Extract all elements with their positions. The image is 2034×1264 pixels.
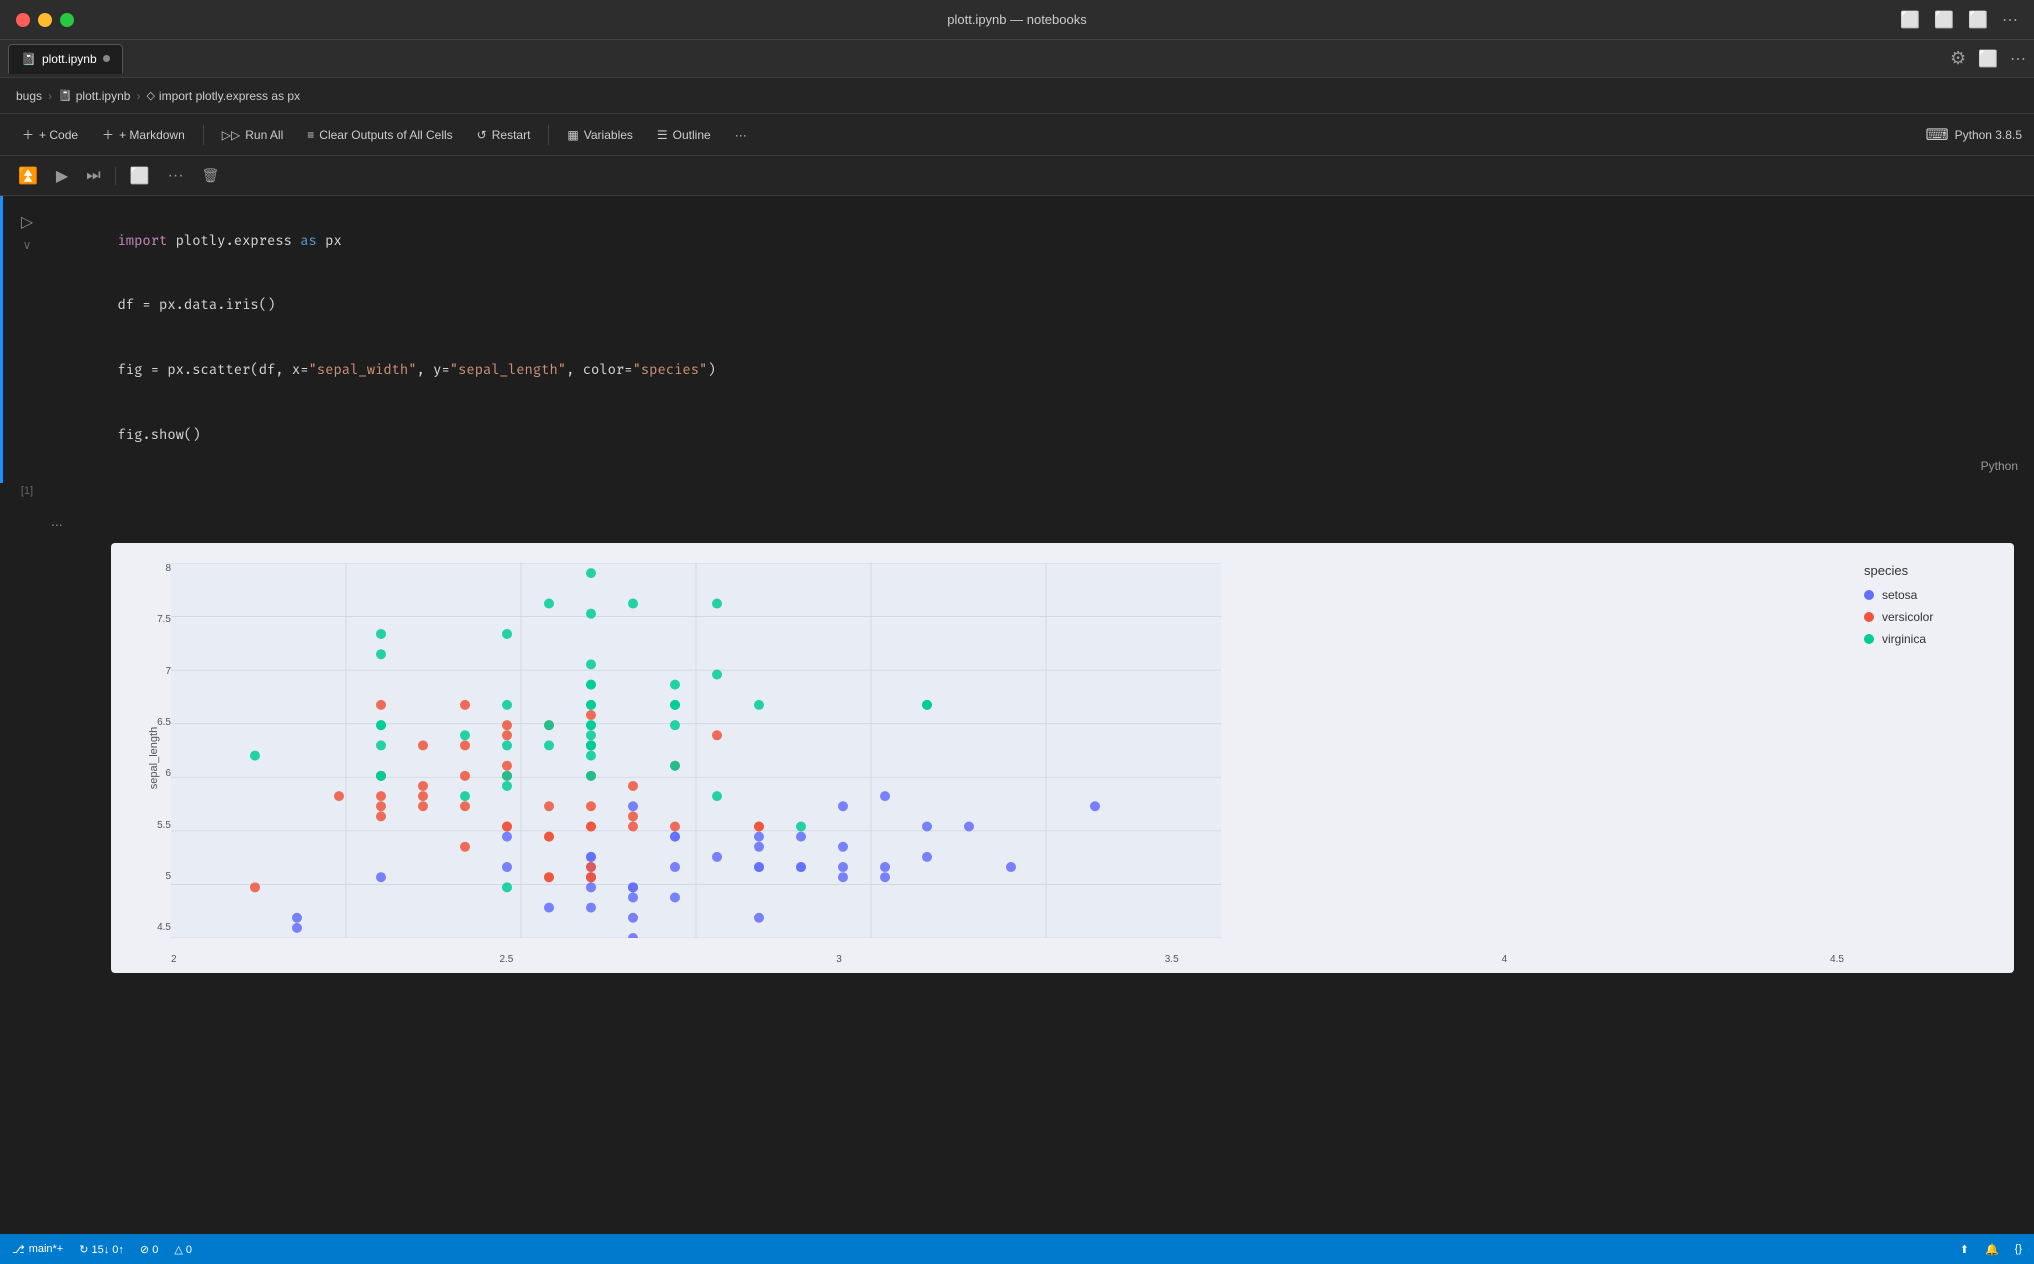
window-controls[interactable] <box>16 13 74 27</box>
overflow-icon[interactable]: ⋯ <box>2010 49 2026 69</box>
plot-main: sepal_length 8 7.5 7 6.5 6 5.5 5 4.5 <box>111 543 1854 973</box>
branch-status[interactable]: ⎇ main*+ <box>12 1243 63 1256</box>
cell-toolbar: ⏫ ▶ ⏭ ⬜ ··· 🗑 <box>0 156 2034 196</box>
settings-icon[interactable]: ⚙ <box>1950 48 1966 69</box>
errors-status[interactable]: ⊘ 0 <box>140 1243 158 1256</box>
run-all-icon: ▷▷ <box>222 128 240 142</box>
breadcrumb-bugs[interactable]: bugs <box>16 89 42 103</box>
cell-gutter: ▷ ∨ <box>3 196 51 483</box>
legend-title: species <box>1864 563 2004 578</box>
statusbar-right: ⬆ 🔔 {} <box>1960 1243 2022 1256</box>
close-button[interactable] <box>16 13 30 27</box>
tile-vertical-icon[interactable]: ⬜ <box>1900 10 1920 30</box>
variables-button[interactable]: ▦ Variables <box>557 123 642 147</box>
outline-button[interactable]: ☰ Outline <box>647 123 721 147</box>
branch-label: main*+ <box>29 1243 64 1255</box>
tile-horizontal-icon[interactable]: ⬜ <box>1934 10 1954 30</box>
toolbar-separator <box>203 125 204 145</box>
cell-run-gutter-button[interactable]: ▷ <box>19 210 35 234</box>
legend-dot-virginica <box>1864 634 1874 644</box>
restart-button[interactable]: ↺ Restart <box>467 123 541 147</box>
more-toolbar-button[interactable]: ··· <box>725 123 757 147</box>
cell-code-content[interactable]: import plotly.express as px df = px.data… <box>51 196 1965 483</box>
statusbar: ⎇ main*+ ↻ 15↓ 0↑ ⊘ 0 △ 0 ⬆ 🔔 {} <box>0 1234 2034 1264</box>
output-gutter <box>3 499 51 993</box>
output-dots: ... <box>51 509 2034 533</box>
clear-outputs-button[interactable]: ≡ Clear Outputs of All Cells <box>297 123 462 147</box>
maximize-button[interactable] <box>60 13 74 27</box>
plus-icon: ＋ <box>22 126 34 143</box>
breadcrumb-import[interactable]: ◇ import plotly.express as px <box>146 89 300 103</box>
sync-status[interactable]: ↻ 15↓ 0↑ <box>79 1243 124 1256</box>
plus-icon: ＋ <box>102 126 114 143</box>
tab-plott-ipynb[interactable]: 📓 plott.ipynb <box>8 44 123 74</box>
plot-legend: species setosa versicolor virginica <box>1854 543 2014 973</box>
legend-label-virginica: virginica <box>1882 632 1926 646</box>
delete-cell-button[interactable]: 🗑 <box>196 163 226 188</box>
variables-icon: ▦ <box>567 128 578 142</box>
legend-dot-setosa <box>1864 590 1874 600</box>
legend-dot-versicolor <box>1864 612 1874 622</box>
restart-icon: ↺ <box>477 128 487 142</box>
window-layout-buttons[interactable]: ⬜ ⬜ ⬜ ⋯ <box>1900 10 2018 30</box>
add-markdown-button[interactable]: ＋ + Markdown <box>92 121 195 148</box>
notebook-icon-small: 📓 <box>58 89 72 102</box>
x-tick-labels: 2 2.5 3 3.5 4 4.5 <box>171 954 1844 965</box>
code-editor[interactable]: import plotly.express as px df = px.data… <box>51 206 1965 473</box>
tab-label: plott.ipynb <box>42 52 97 66</box>
split-cell-button[interactable]: ⬜ <box>124 162 156 190</box>
cell-number-label: [1] <box>3 485 51 497</box>
output-cell: ... sepal_length 8 7.5 7 6.5 6 5.5 5 <box>0 499 2034 993</box>
outline-icon: ☰ <box>657 128 668 142</box>
legend-item-virginica: virginica <box>1864 632 2004 646</box>
cell-language-label: Python <box>1965 449 2034 483</box>
source-control-icon[interactable]: ⬆ <box>1960 1243 1969 1256</box>
cell-toolbar-sep <box>115 167 116 185</box>
more-icon[interactable]: ⋯ <box>2002 10 2018 30</box>
warnings-status[interactable]: △ 0 <box>174 1243 192 1256</box>
notebook-icon: 📓 <box>21 52 36 66</box>
legend-label-setosa: setosa <box>1882 588 1917 602</box>
titlebar: plott.ipynb — notebooks ⬜ ⬜ ⬜ ⋯ <box>0 0 2034 40</box>
clear-icon: ≡ <box>307 128 314 142</box>
cell-collapse-btn[interactable]: ∨ <box>23 238 32 252</box>
run-cell-button[interactable]: ▶ <box>50 162 74 190</box>
minimize-button[interactable] <box>38 13 52 27</box>
execute-above-button[interactable]: ⏫ <box>12 162 44 190</box>
tabbar-right-controls[interactable]: ⚙ ⬜ ⋯ <box>1950 48 2026 69</box>
code-cell: ▷ ∨ import plotly.express as px df = px.… <box>0 196 2034 483</box>
python-version-label: Python 3.8.5 <box>1955 128 2022 142</box>
output-content: ... sepal_length 8 7.5 7 6.5 6 5.5 5 <box>51 499 2034 993</box>
legend-item-versicolor: versicolor <box>1864 610 2004 624</box>
tab-modified-dot <box>103 55 110 62</box>
toolbar-right: ⌨ Python 3.8.5 <box>1926 125 2022 145</box>
branch-icon: ⎇ <box>12 1243 25 1256</box>
notifications-icon[interactable]: 🔔 <box>1985 1243 1999 1256</box>
code-editor-icon[interactable]: {} <box>2015 1243 2022 1255</box>
toolbar-separator-2 <box>548 125 549 145</box>
tab-bar: 📓 plott.ipynb ⚙ ⬜ ⋯ <box>0 40 2034 78</box>
scatter-plot-svg <box>171 563 1221 938</box>
python-keyboard-icon: ⌨ <box>1926 125 1949 145</box>
cell-number-row: [1] <box>0 483 2034 499</box>
notebook-area: ⏫ ▶ ⏭ ⬜ ··· 🗑 ▷ ∨ import plotly.express … <box>0 156 2034 1234</box>
more-cell-button[interactable]: ··· <box>162 163 190 189</box>
legend-item-setosa: setosa <box>1864 588 2004 602</box>
y-tick-labels: 8 7.5 7 6.5 6 5.5 5 4.5 <box>119 563 171 933</box>
legend-label-versicolor: versicolor <box>1882 610 1933 624</box>
add-code-button[interactable]: ＋ + Code <box>12 121 88 148</box>
breadcrumb: bugs › 📓 plott.ipynb › ◇ import plotly.e… <box>0 78 2034 114</box>
run-next-button[interactable]: ⏭ <box>80 163 106 189</box>
run-all-button[interactable]: ▷▷ Run All <box>212 123 294 147</box>
scatter-plot-area[interactable]: sepal_length 8 7.5 7 6.5 6 5.5 5 4.5 <box>111 543 2014 973</box>
split-icon[interactable]: ⬜ <box>1968 10 1988 30</box>
window-title: plott.ipynb — notebooks <box>947 12 1086 27</box>
toolbar: ＋ + Code ＋ + Markdown ▷▷ Run All ≡ Clear… <box>0 114 2034 156</box>
split-editor-icon[interactable]: ⬜ <box>1978 49 1998 69</box>
code-icon: ◇ <box>146 89 154 102</box>
breadcrumb-plott-ipynb[interactable]: 📓 plott.ipynb <box>58 89 130 103</box>
